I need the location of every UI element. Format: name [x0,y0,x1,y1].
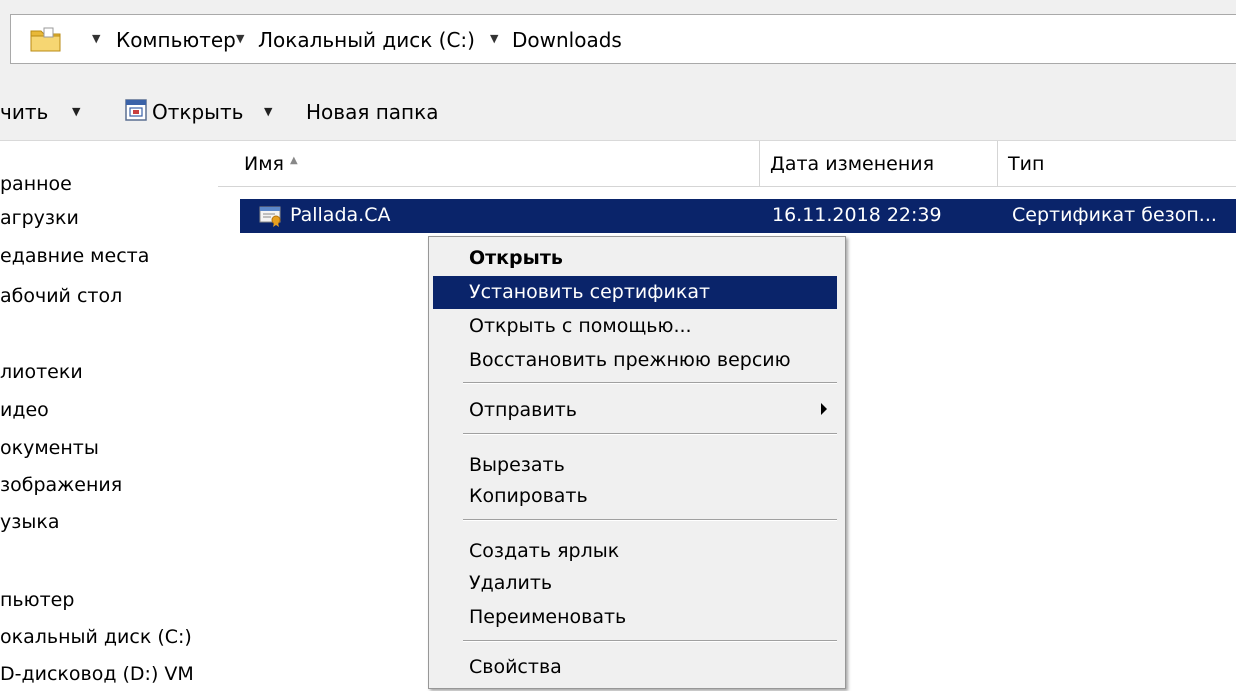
file-name: Pallada.CA [290,204,391,226]
nav-item-libraries[interactable]: лиотеки [0,361,83,383]
sort-ascending-icon: ▲ [290,155,298,166]
menu-item-delete[interactable]: Удалить [433,567,837,600]
column-header-type[interactable]: Тип [998,141,1236,187]
breadcrumb-chevron-icon[interactable]: ▼ [92,32,100,45]
menu-item-install-certificate[interactable]: Установить сертификат [433,276,837,309]
breadcrumb-chevron-icon[interactable]: ▼ [490,32,498,45]
column-header-name[interactable]: Имя ▲ [218,141,760,187]
menu-item-open-with[interactable]: Открыть с помощью... [433,310,837,343]
command-bar: чить ▼ Открыть ▼ Новая папка [0,72,1236,141]
menu-item-copy[interactable]: Копировать [433,480,837,513]
menu-item-open[interactable]: Открыть [433,242,837,275]
nav-item-music[interactable]: узыка [0,511,59,533]
nav-item-desktop[interactable]: абочий стол [0,285,122,307]
open-button[interactable]: Открыть [152,100,243,124]
column-header-name-label: Имя [244,153,284,175]
open-file-icon[interactable] [125,99,147,121]
nav-item-recent-places[interactable]: едавние места [0,245,149,267]
menu-item-send-to[interactable]: Отправить [433,394,837,427]
column-header-type-label: Тип [1008,153,1045,175]
nav-item-favorites[interactable]: ранное [0,173,72,195]
submenu-arrow-icon [821,403,827,415]
menu-separator [463,433,837,435]
file-date: 16.11.2018 22:39 [772,204,942,226]
menu-separator [463,382,837,384]
nav-item-video[interactable]: идео [0,399,49,421]
file-row[interactable]: Pallada.CA 16.11.2018 22:39 Сертификат б… [240,199,1236,233]
navigation-pane: ранное агрузки едавние места абочий стол… [0,141,232,691]
breadcrumb-downloads[interactable]: Downloads [512,28,622,52]
file-type: Сертификат безоп... [1012,204,1217,226]
menu-item-restore-previous-version[interactable]: Восстановить прежнюю версию [433,344,837,377]
nav-item-documents[interactable]: окументы [0,437,99,459]
menu-item-create-shortcut[interactable]: Создать ярлык [433,535,837,568]
menu-item-cut[interactable]: Вырезать [433,449,837,482]
context-menu: Открыть Установить сертификат Открыть с … [428,236,846,689]
nav-item-local-disk[interactable]: окальный диск (C:) [0,626,192,648]
menu-item-properties[interactable]: Свойства [433,651,837,684]
breadcrumb-local-disk[interactable]: Локальный диск (C:) [258,28,475,52]
new-folder-button[interactable]: Новая папка [306,100,438,124]
breadcrumb-chevron-icon[interactable]: ▼ [236,32,244,45]
column-header-date-label: Дата изменения [770,153,935,175]
address-area: ▼ Компьютер ▼ Локальный диск (C:) ▼ Down… [0,0,1236,73]
certificate-icon [259,205,283,227]
nav-item-dvd-drive[interactable]: D-дисковод (D:) VM [0,663,194,685]
organize-dropdown-icon[interactable]: ▼ [72,105,80,118]
nav-item-downloads[interactable]: агрузки [0,207,79,229]
menu-separator [463,640,837,642]
folder-icon [30,26,62,52]
organize-button[interactable]: чить [0,100,48,124]
column-header-date[interactable]: Дата изменения [760,141,998,187]
open-dropdown-icon[interactable]: ▼ [264,105,272,118]
nav-item-computer[interactable]: пьютер [0,589,74,611]
breadcrumb-computer[interactable]: Компьютер [116,28,236,52]
menu-separator [463,519,837,521]
nav-item-pictures[interactable]: зображения [0,474,122,496]
menu-item-rename[interactable]: Переименовать [433,601,837,634]
